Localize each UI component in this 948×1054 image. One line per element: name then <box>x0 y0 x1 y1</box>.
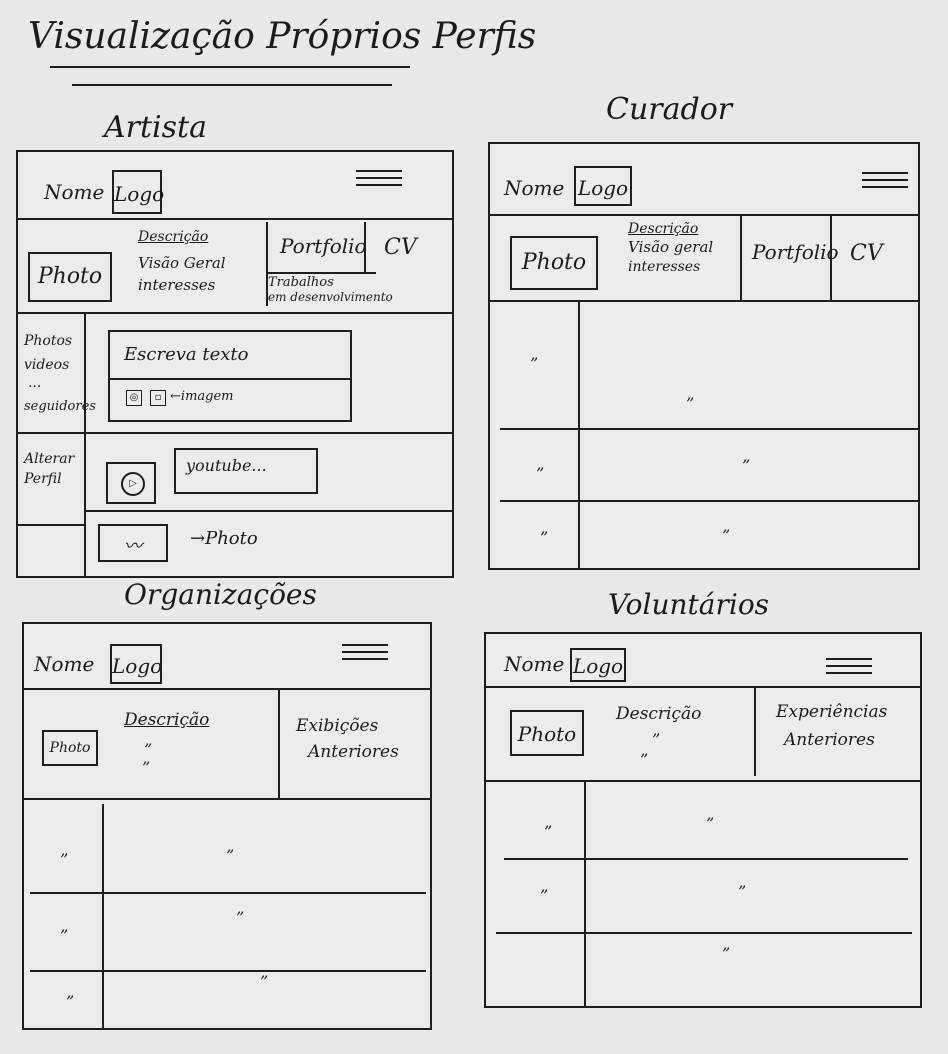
logo-label: Logo <box>112 654 163 678</box>
voluntarios-row2-main: ” <box>738 882 747 901</box>
organizacoes-row1-side: ” <box>60 850 69 869</box>
organizacoes-desc-mark-1: ” <box>144 740 153 759</box>
voluntarios-photo[interactable]: Photo <box>510 710 584 756</box>
curador-descricao-title: Descrição <box>628 221 699 237</box>
artista-side-photos[interactable]: Photos <box>24 334 72 349</box>
organizacoes-row2-side: ” <box>60 926 69 945</box>
artista-descricao-title: Descrição <box>138 229 209 245</box>
voluntarios-descricao-title: Descrição <box>616 704 702 724</box>
hamburger-menu-icon[interactable] <box>826 658 872 674</box>
voluntarios-desc-mark-1: ” <box>652 730 661 749</box>
curador-photo[interactable]: Photo <box>510 236 598 290</box>
artista-side-seguidores[interactable]: seguidores <box>24 400 96 414</box>
artista-nome: Nome <box>44 180 105 204</box>
organizacoes-heading: Organizações <box>124 578 317 611</box>
artista-alterar-perfil-2[interactable]: Perfil <box>24 472 62 487</box>
play-icon: ▷ <box>121 472 145 496</box>
title-underline-2 <box>72 84 392 86</box>
voluntarios-heading: Voluntários <box>608 588 770 621</box>
title-underline <box>50 66 410 68</box>
logo-label: Logo <box>114 182 165 206</box>
artista-cv[interactable]: CV <box>384 236 417 259</box>
voluntarios-row3-main: ” <box>722 944 731 963</box>
voluntarios-logo[interactable]: Logo <box>570 648 626 682</box>
curador-row3-main: ” <box>722 526 731 545</box>
imagem-arrow-label: ←imagem <box>170 389 234 404</box>
photo-label: Photo <box>37 264 103 289</box>
voluntarios-nome: Nome <box>504 652 565 676</box>
artista-heading: Artista <box>104 110 207 145</box>
organizacoes-exibicoes-2: Anteriores <box>308 742 399 762</box>
artista-descricao-line-2: interesses <box>138 276 216 294</box>
voluntarios-experiencias-1: Experiências <box>776 702 888 722</box>
organizacoes-row1-main: ” <box>226 846 235 865</box>
organizacoes-logo[interactable]: Logo <box>110 644 162 684</box>
artista-photo[interactable]: Photo <box>28 252 112 302</box>
artista-frame: Nome Logo Photo Descrição Visão Geral in… <box>16 150 454 578</box>
artista-photo-thumb[interactable]: 〰 <box>98 524 168 562</box>
photo-label: Photo <box>521 250 587 275</box>
organizacoes-desc-mark-2: ” <box>142 758 151 777</box>
curador-frame: Nome Logo Photo Descrição Visão geral in… <box>488 142 920 570</box>
artista-side-videos[interactable]: videos <box>24 358 69 373</box>
curador-row3-side: ” <box>540 528 549 547</box>
curador-portfolio[interactable]: Portfolio <box>752 242 839 263</box>
organizacoes-frame: Nome Logo Photo Descrição ” ” Exibições … <box>22 622 432 1030</box>
organizacoes-row2-main: ” <box>236 908 245 927</box>
youtube-label: youtube... <box>186 456 267 475</box>
image-icon[interactable]: ▫ <box>150 390 166 406</box>
organizacoes-row3-side: ” <box>66 992 75 1011</box>
post-text-input[interactable]: Escreva texto <box>124 345 248 365</box>
artista-post-box: Escreva texto ◎ ▫ ←imagem <box>108 330 352 422</box>
hamburger-menu-icon[interactable] <box>342 644 388 660</box>
add-photo-label[interactable]: →Photo <box>190 529 258 549</box>
organizacoes-photo[interactable]: Photo <box>42 730 98 766</box>
hamburger-menu-icon[interactable] <box>862 172 908 188</box>
artista-trabalhos-line-2: em desenvolvimento <box>268 290 393 304</box>
logo-label: Logo <box>577 176 629 200</box>
artista-descricao-line-1: Visão Geral <box>138 254 226 272</box>
voluntarios-row2-side: ” <box>540 886 549 905</box>
voluntarios-desc-mark-2: ” <box>640 750 649 769</box>
artista-portfolio[interactable]: Portfolio <box>280 236 367 257</box>
curador-nome: Nome <box>504 176 565 200</box>
hamburger-menu-icon[interactable] <box>356 170 402 186</box>
voluntarios-row1-side: ” <box>544 822 553 841</box>
organizacoes-nome: Nome <box>34 652 95 676</box>
photo-label: Photo <box>49 740 91 756</box>
organizacoes-descricao-title: Descrição <box>124 710 210 730</box>
artista-trabalhos-line-1: Trabalhos <box>268 275 334 290</box>
curador-heading: Curador <box>606 92 733 127</box>
organizacoes-row3-main: ” <box>260 972 269 991</box>
artista-alterar-perfil-1[interactable]: Alterar <box>24 452 74 467</box>
page-title: Visualização Próprios Perfis <box>28 16 537 57</box>
logo-label: Logo <box>572 654 624 678</box>
artista-logo[interactable]: Logo <box>112 170 165 214</box>
voluntarios-experiencias-2: Anteriores <box>784 730 875 750</box>
voluntarios-row1-main: ” <box>706 814 715 833</box>
curador-row2-main: ” <box>742 456 751 475</box>
artista-side-ellipsis: ... <box>28 375 42 391</box>
curador-cv[interactable]: CV <box>850 242 883 265</box>
camera-icon[interactable]: ◎ <box>126 390 142 406</box>
youtube-link-input[interactable]: youtube... <box>174 448 318 494</box>
curador-descricao-line-1: Visão geral <box>628 238 714 256</box>
artista-video-thumb[interactable]: ▷ <box>106 462 156 504</box>
curador-row1-side: ” <box>530 354 539 373</box>
curador-row1-main: ” <box>686 394 695 413</box>
voluntarios-frame: Nome Logo Photo Descrição ” ” Experiênci… <box>484 632 922 1008</box>
photo-label: Photo <box>517 722 577 746</box>
organizacoes-exibicoes-1: Exibições <box>296 716 379 736</box>
curador-row2-side: ” <box>536 464 545 483</box>
curador-logo[interactable]: Logo <box>574 166 632 206</box>
curador-descricao-line-2: interesses <box>628 259 701 275</box>
